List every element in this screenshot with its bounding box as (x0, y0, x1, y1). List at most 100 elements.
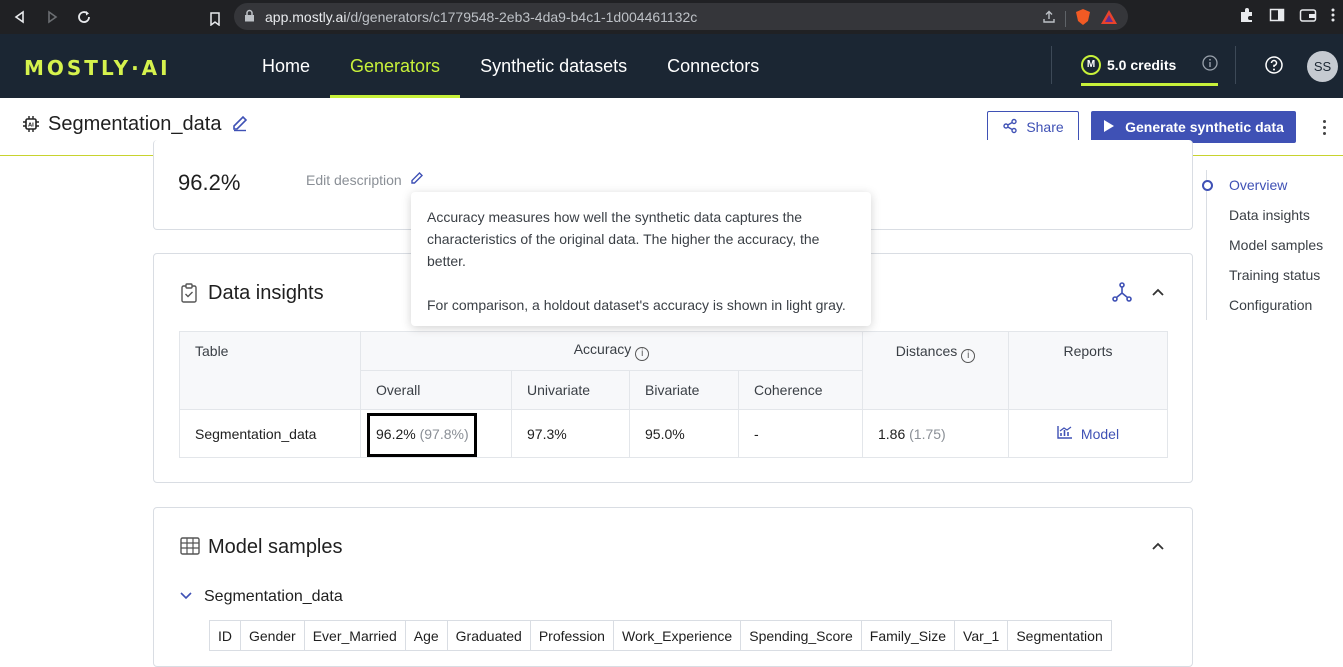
svg-text:AI: AI (28, 123, 34, 129)
browser-toolbar: app.mostly.ai/d/generators/c1779548-2eb3… (0, 0, 1343, 34)
edit-description-label: Edit description (306, 171, 402, 188)
toc-model-samples[interactable]: Model samples (1207, 230, 1336, 260)
lock-icon (244, 9, 255, 25)
accuracy-tooltip: Accuracy measures how well the synthetic… (411, 192, 871, 326)
header-bivariate: Bivariate (629, 370, 739, 410)
model-report-link[interactable]: Model (1057, 425, 1119, 442)
url-path: /d/generators/c1779548-2eb3-4da9-b4c1-1d… (346, 8, 698, 25)
clipboard-check-icon (180, 283, 198, 308)
app-header: MOSTLY·AI Home Generators Synthetic data… (0, 34, 1343, 98)
samples-column-header[interactable]: Graduated (446, 620, 531, 651)
share-page-icon[interactable] (1041, 9, 1057, 28)
brave-rewards-icon[interactable] (1100, 9, 1118, 28)
samples-column-header[interactable]: Age (404, 620, 448, 651)
credits-badge-icon: M (1081, 54, 1101, 75)
collapse-chevron-icon[interactable] (1150, 284, 1166, 305)
samples-column-header[interactable]: ID (209, 620, 241, 651)
distances-info-icon[interactable]: i (961, 348, 976, 363)
edit-description-icon (410, 171, 424, 188)
nav-home[interactable]: Home (242, 34, 330, 98)
generator-chip-icon: AI (22, 115, 40, 138)
mostly-ai-logo[interactable]: MOSTLY·AI (24, 56, 171, 80)
tooltip-text: For comparison, a holdout dataset's accu… (427, 297, 846, 313)
main-nav: Home Generators Synthetic datasets Conne… (242, 34, 779, 98)
data-insights-table: Table Accuracy i Distances i Reports Overa… (179, 331, 1168, 458)
brave-shield-icon[interactable] (1074, 8, 1092, 29)
help-icon[interactable] (1264, 55, 1284, 75)
accuracy-info-icon[interactable]: i (635, 346, 650, 361)
cell-coherence: - (738, 409, 863, 458)
browser-menu-icon[interactable] (1331, 7, 1335, 28)
share-button[interactable]: Share (987, 111, 1079, 143)
page-toc: Overview Data insights Model samples Tra… (1202, 170, 1336, 320)
cell-reports: Model (1008, 409, 1168, 458)
credits-indicator[interactable]: M 5.0 credits (1081, 48, 1219, 86)
edit-description-link[interactable]: Edit description (306, 171, 424, 188)
chevron-down-icon (180, 588, 192, 606)
toc-configuration[interactable]: Configuration (1207, 290, 1336, 320)
header-table: Table (179, 331, 361, 410)
collapse-chevron-icon[interactable] (1150, 538, 1166, 559)
samples-column-header[interactable]: Gender (240, 620, 305, 651)
distances-holdout-value: (1.75) (909, 425, 946, 442)
wallet-icon[interactable] (1299, 7, 1317, 28)
browser-extensions (1239, 2, 1335, 32)
extensions-puzzle-icon[interactable] (1239, 7, 1255, 28)
share-label: Share (1026, 119, 1064, 135)
table-row: Segmentation_data 96.2% (97.8%) 97.3% 95… (179, 409, 1168, 458)
nav-connectors[interactable]: Connectors (647, 34, 779, 98)
samples-column-header[interactable]: Var_1 (954, 620, 1009, 651)
cell-univariate: 97.3% (511, 409, 630, 458)
bookmark-icon[interactable] (200, 4, 230, 34)
sidebar-toggle-icon[interactable] (1269, 7, 1285, 28)
header-divider (1051, 46, 1052, 84)
url-divider (1065, 10, 1066, 27)
address-bar[interactable]: app.mostly.ai/d/generators/c1779548-2eb3… (234, 3, 1128, 30)
play-icon (1103, 119, 1115, 136)
toc-training-status[interactable]: Training status (1207, 260, 1336, 290)
forward-icon[interactable] (37, 2, 67, 32)
generate-label: Generate synthetic data (1125, 119, 1284, 135)
cell-table-name: Segmentation_data (179, 409, 361, 458)
back-icon[interactable] (5, 2, 35, 32)
user-avatar[interactable]: SS (1307, 51, 1338, 82)
credits-label: 5.0 credits (1107, 56, 1177, 73)
credits-info-icon[interactable] (1202, 55, 1218, 74)
header-accuracy-label: Accuracy (573, 341, 632, 358)
chart-icon (1057, 425, 1073, 442)
nav-synthetic-datasets[interactable]: Synthetic datasets (460, 34, 647, 98)
header-distances: Distances i (862, 331, 1009, 410)
page-title: Segmentation_data (48, 113, 222, 135)
samples-column-header[interactable]: Family_Size (860, 620, 956, 651)
overall-accuracy-value: 96.2% (178, 170, 241, 195)
table-grid-icon (180, 537, 200, 560)
samples-table: ID Gender Ever_Married Age Graduated Professi… (209, 620, 1112, 651)
samples-column-header[interactable]: Spending_Score (740, 620, 862, 651)
header-coherence: Coherence (738, 370, 863, 410)
toc-data-insights[interactable]: Data insights (1207, 200, 1336, 230)
highlight-box (367, 413, 477, 457)
header-distances-label: Distances (895, 343, 958, 359)
generate-synthetic-data-button[interactable]: Generate synthetic data (1091, 111, 1296, 143)
relationship-tree-icon[interactable] (1112, 282, 1132, 307)
nav-generators[interactable]: Generators (330, 34, 461, 98)
samples-column-header[interactable]: Segmentation (1007, 620, 1112, 651)
edit-title-icon[interactable] (231, 114, 249, 137)
distances-value: 1.86 (878, 425, 906, 442)
samples-column-header[interactable]: Work_Experience (612, 620, 742, 651)
header-univariate: Univariate (511, 370, 630, 410)
header-divider (1235, 46, 1236, 84)
samples-header-row: ID Gender Ever_Married Age Graduated Professi… (209, 620, 1112, 651)
samples-column-header[interactable]: Profession (529, 620, 614, 651)
url-host: app.mostly.ai (265, 8, 347, 25)
toc-overview[interactable]: Overview (1202, 170, 1336, 200)
model-samples-card: Model samples Segmentation_data ID Gender… (153, 507, 1193, 667)
share-icon (1002, 118, 1018, 137)
header-reports: Reports (1008, 331, 1168, 410)
samples-column-header[interactable]: Ever_Married (303, 620, 406, 651)
reload-icon[interactable] (69, 2, 99, 32)
model-report-label: Model (1080, 425, 1120, 442)
samples-table-name: Segmentation_data (204, 588, 343, 605)
more-options-icon[interactable] (1316, 115, 1332, 139)
samples-table-toggle[interactable]: Segmentation_data (180, 588, 343, 606)
